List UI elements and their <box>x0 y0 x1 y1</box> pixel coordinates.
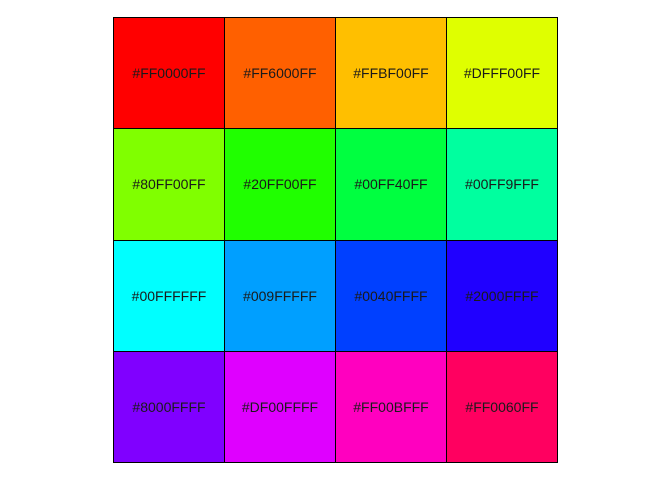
color-swatch: #2000FFFF <box>447 240 558 352</box>
color-swatch: #8000FFFF <box>114 351 225 463</box>
color-swatch: #FF0060FF <box>447 351 558 463</box>
swatch-hex-label: #DFFF00FF <box>463 65 541 82</box>
color-swatch: #00FFFFFF <box>114 240 225 352</box>
color-swatch: #FF0000FF <box>114 18 225 130</box>
color-palette-grid: #FF0000FF #FF6000FF #FFBF00FF #DFFF00FF … <box>113 17 558 463</box>
swatch-hex-label: #FF0060FF <box>465 398 539 415</box>
color-swatch: #80FF00FF <box>114 129 225 241</box>
color-swatch: #FF6000FF <box>225 18 336 130</box>
color-swatch: #009FFFFF <box>225 240 336 352</box>
color-swatch: #DFFF00FF <box>447 18 558 130</box>
swatch-hex-label: #20FF00FF <box>243 176 317 193</box>
swatch-hex-label: #009FFFFF <box>243 287 317 304</box>
swatch-hex-label: #FF6000FF <box>243 65 317 82</box>
swatch-hex-label: #FF00BFFF <box>353 398 429 415</box>
color-swatch: #FFBF00FF <box>336 18 447 130</box>
color-swatch: #00FF40FF <box>336 129 447 241</box>
swatch-hex-label: #00FF9FFF <box>465 176 539 193</box>
color-swatch: #DF00FFFF <box>225 351 336 463</box>
swatch-hex-label: #8000FFFF <box>132 398 206 415</box>
color-swatch: #0040FFFF <box>336 240 447 352</box>
swatch-hex-label: #00FFFFFF <box>131 287 207 304</box>
swatch-hex-label: #2000FFFF <box>465 287 539 304</box>
color-swatch: #20FF00FF <box>225 129 336 241</box>
swatch-hex-label: #DF00FFFF <box>241 398 319 415</box>
color-swatch: #FF00BFFF <box>336 351 447 463</box>
swatch-hex-label: #0040FFFF <box>354 287 428 304</box>
swatch-hex-label: #FF0000FF <box>132 65 206 82</box>
swatch-hex-label: #FFBF00FF <box>353 65 429 82</box>
swatch-hex-label: #80FF00FF <box>132 176 206 193</box>
color-swatch: #00FF9FFF <box>447 129 558 241</box>
swatch-hex-label: #00FF40FF <box>354 176 428 193</box>
